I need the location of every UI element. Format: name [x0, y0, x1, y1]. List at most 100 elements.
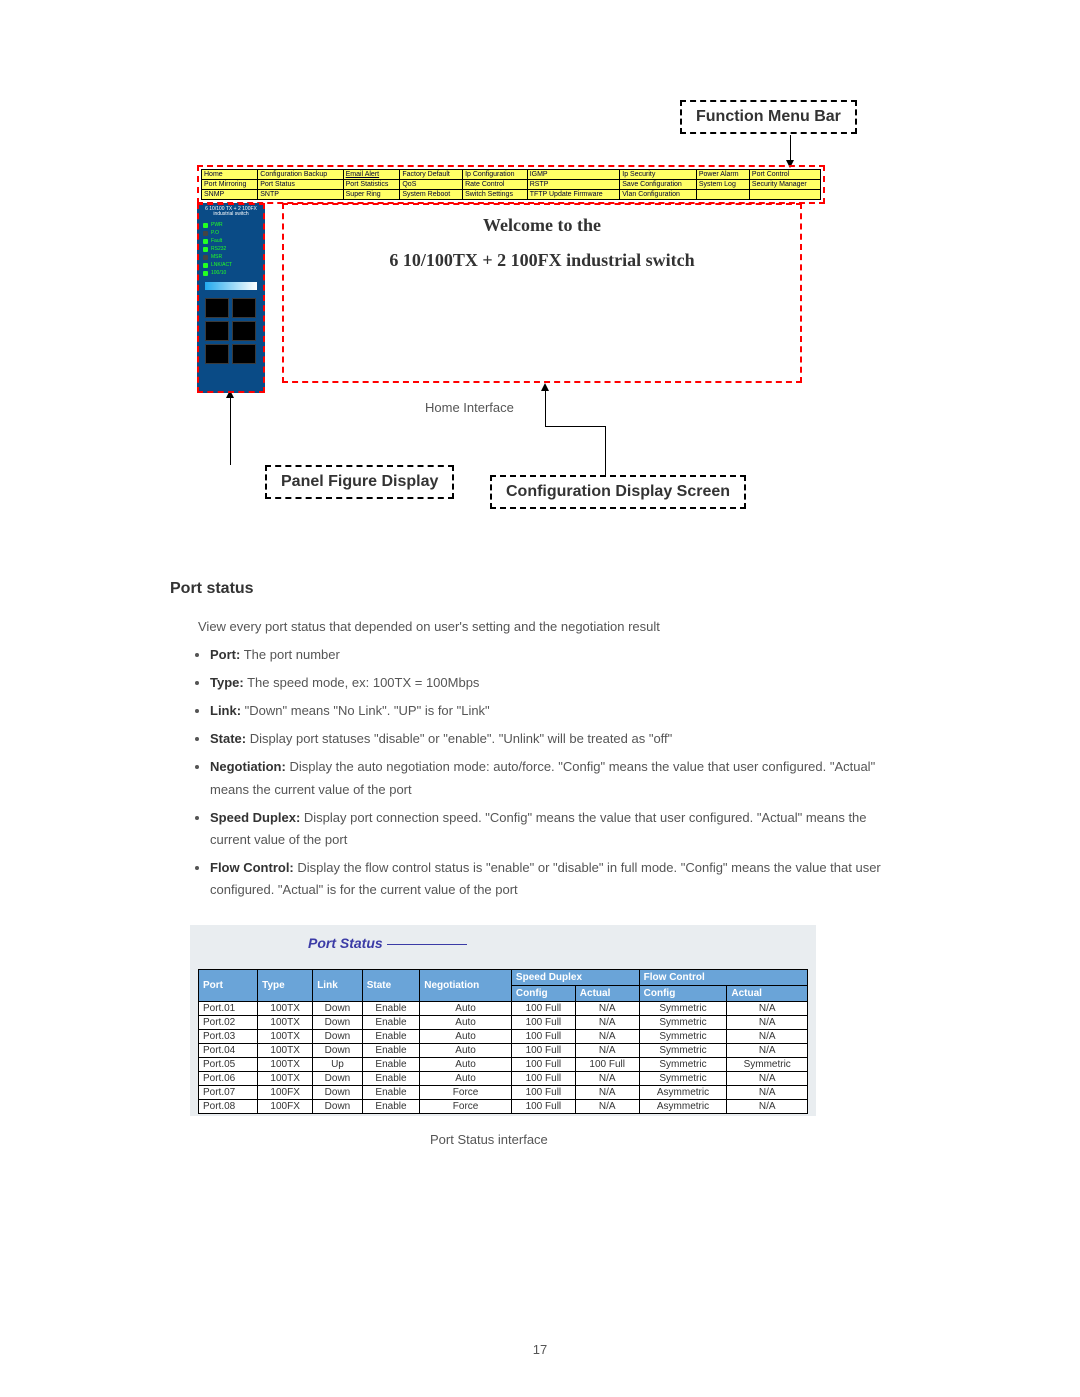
- menu-item[interactable]: Security Manager: [749, 180, 820, 190]
- table-cell: 100TX: [258, 1016, 313, 1030]
- menu-item[interactable]: Save Configuration: [620, 180, 697, 190]
- port-socket-icon: [232, 344, 256, 364]
- table-cell: Auto: [420, 1016, 512, 1030]
- welcome-subtitle: 6 10/100TX + 2 100FX industrial switch: [284, 250, 800, 271]
- table-cell: Symmetric: [639, 1072, 727, 1086]
- table-cell: 100 Full: [575, 1058, 639, 1072]
- table-header: Config: [511, 986, 575, 1002]
- led-label: PWR: [211, 222, 223, 228]
- table-cell: Symmetric: [639, 1016, 727, 1030]
- table-cell: Port.02: [199, 1016, 258, 1030]
- table-cell: N/A: [575, 1002, 639, 1016]
- table-cell: Asymmetric: [639, 1100, 727, 1114]
- menu-item[interactable]: Home: [202, 170, 258, 180]
- menu-item[interactable]: Port Statistics: [343, 180, 400, 190]
- table-cell: Enable: [362, 1100, 420, 1114]
- menu-item[interactable]: Vlan Configuration: [620, 190, 697, 200]
- table-cell: Enable: [362, 1002, 420, 1016]
- table-row: Port.03100TXDownEnableAuto100 FullN/ASym…: [199, 1030, 808, 1044]
- table-cell: N/A: [575, 1086, 639, 1100]
- led-label: Fault: [211, 238, 222, 244]
- table-row: Port.01100TXDownEnableAuto100 FullN/ASym…: [199, 1002, 808, 1016]
- table-cell: Down: [313, 1030, 363, 1044]
- table-cell: Auto: [420, 1030, 512, 1044]
- table-cell: 100 Full: [511, 1002, 575, 1016]
- table-header-group: Speed Duplex: [511, 970, 639, 986]
- menu-item[interactable]: System Reboot: [400, 190, 463, 200]
- table-cell: N/A: [575, 1016, 639, 1030]
- panel-ports: [205, 298, 257, 364]
- menu-item[interactable]: SNTP: [258, 190, 343, 200]
- led-label: 100/10: [211, 270, 226, 276]
- menu-item[interactable]: Super Ring: [343, 190, 400, 200]
- table-cell: Up: [313, 1058, 363, 1072]
- menu-item[interactable]: TFTP Update Firmware: [527, 190, 620, 200]
- table-header: State: [362, 970, 420, 1002]
- menu-item[interactable]: Rate Control: [463, 180, 528, 190]
- table-cell: Port.08: [199, 1100, 258, 1114]
- menu-item[interactable]: Ip Security: [620, 170, 697, 180]
- connector-line: [545, 388, 546, 426]
- panel-dip-switch: [205, 282, 257, 290]
- table-cell: Port.01: [199, 1002, 258, 1016]
- table-cell: Enable: [362, 1086, 420, 1100]
- menu-item[interactable]: Power Alarm: [696, 170, 749, 180]
- led-icon: [203, 231, 208, 236]
- table-header: Link: [313, 970, 363, 1002]
- table-cell: Down: [313, 1100, 363, 1114]
- table-cell: 100TX: [258, 1058, 313, 1072]
- table-row: Port.06100TXDownEnableAuto100 FullN/ASym…: [199, 1072, 808, 1086]
- led-icon: [203, 255, 208, 260]
- table-cell: 100 Full: [511, 1086, 575, 1100]
- menu-item[interactable]: Email Alert: [343, 170, 400, 180]
- menu-item[interactable]: SNMP: [202, 190, 258, 200]
- table-row: Port.07100FXDownEnableForce100 FullN/AAs…: [199, 1086, 808, 1100]
- menu-item[interactable]: QoS: [400, 180, 463, 190]
- led-label: P.O: [211, 230, 219, 236]
- table-header: Port: [199, 970, 258, 1002]
- port-socket-icon: [205, 321, 229, 341]
- table-cell: Symmetric: [639, 1030, 727, 1044]
- table-cell: Port.07: [199, 1086, 258, 1100]
- table-cell: N/A: [575, 1072, 639, 1086]
- menu-item[interactable]: RSTP: [527, 180, 620, 190]
- table-cell: Auto: [420, 1058, 512, 1072]
- table-cell: 100 Full: [511, 1100, 575, 1114]
- menu-item[interactable]: System Log: [696, 180, 749, 190]
- section-intro: View every port status that depended on …: [198, 616, 910, 638]
- connector-line: [605, 426, 606, 476]
- menu-item[interactable]: Port Status: [258, 180, 343, 190]
- table-cell: Down: [313, 1072, 363, 1086]
- led-label: MSR: [211, 254, 222, 260]
- port-socket-icon: [205, 298, 229, 318]
- led-icon: [203, 247, 208, 252]
- table-cell: N/A: [575, 1044, 639, 1058]
- table-cell: N/A: [575, 1030, 639, 1044]
- menu-item[interactable]: Ip Configuration: [463, 170, 528, 180]
- led-icon: [203, 263, 208, 268]
- table-header: Actual: [575, 986, 639, 1002]
- table-cell: N/A: [727, 1072, 808, 1086]
- menu-item[interactable]: IGMP: [527, 170, 620, 180]
- menu-item[interactable]: Factory Default: [400, 170, 463, 180]
- led-icon: [203, 271, 208, 276]
- menu-item[interactable]: Port Control: [749, 170, 820, 180]
- page-number: 17: [170, 1342, 910, 1357]
- led-label: RS232: [211, 246, 226, 252]
- table-cell: N/A: [727, 1044, 808, 1058]
- panel-figure-display: 6 10/100 TX + 2 100FX industrial switch …: [197, 203, 265, 393]
- port-socket-icon: [232, 321, 256, 341]
- table-cell: Auto: [420, 1044, 512, 1058]
- table-cell: 100 Full: [511, 1058, 575, 1072]
- menu-item[interactable]: Port Mirroring: [202, 180, 258, 190]
- port-status-title: Port Status: [198, 935, 808, 951]
- bullet-item: Speed Duplex: Display port connection sp…: [210, 807, 910, 851]
- table-row: Port.05100TXUpEnableAuto100 Full100 Full…: [199, 1058, 808, 1072]
- table-row: Port.04100TXDownEnableAuto100 FullN/ASym…: [199, 1044, 808, 1058]
- menu-item[interactable]: Switch Settings: [463, 190, 528, 200]
- table-row: Port.02100TXDownEnableAuto100 FullN/ASym…: [199, 1016, 808, 1030]
- section-bullets: Port: The port numberType: The speed mod…: [210, 644, 910, 901]
- table-cell: Force: [420, 1086, 512, 1100]
- table-cell: Enable: [362, 1072, 420, 1086]
- menu-item[interactable]: Configuration Backup: [258, 170, 343, 180]
